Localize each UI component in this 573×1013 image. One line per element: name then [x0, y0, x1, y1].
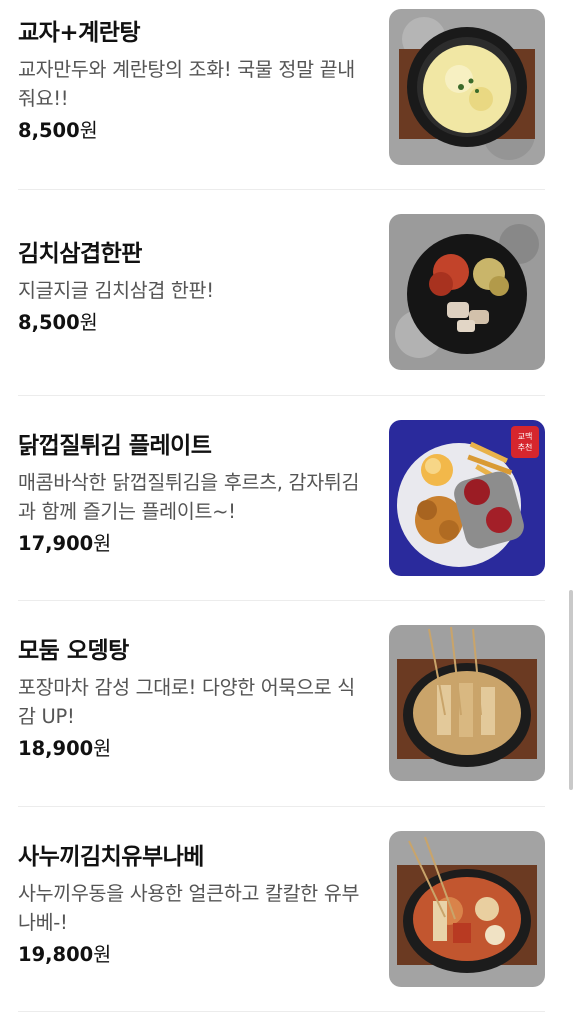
menu-item-description: 교자만두와 계란탕의 조화! 국물 정말 끝내줘요!! [18, 58, 355, 110]
menu-item-name: 사누끼김치유부나베 [18, 843, 204, 870]
menu-item-price: 19,800원 [18, 942, 112, 966]
menu-item-description: 포장마차 감성 그대로! 다양한 어묵으로 식감 UP! [18, 676, 355, 728]
menu-item-name: 모둠 오뎅탕 [18, 638, 129, 664]
menu-item-name: 김치삼겹한판 [18, 241, 142, 267]
fish-cake-soup-photo[interactable] [389, 625, 545, 781]
menu-item[interactable]: 김치삼겹한판 지글지글 김치삼겹 한판! 8,500원 [18, 190, 545, 396]
menu-item-price: 8,500원 [18, 119, 98, 142]
svg-text:추천: 추천 [518, 442, 533, 452]
kimchi-pork-belly-photo[interactable] [389, 214, 545, 370]
menu-item-text: 사누끼김치유부나베 사누끼우동을 사용한 얼큰하고 칼칼한 유부나베-! 19,… [18, 842, 370, 969]
menu-item[interactable]: 닭껍질튀김 플레이트 매콤바삭한 닭껍질튀김을 후르츠, 감자튀김과 함께 즐기… [18, 396, 545, 601]
menu-item-price: 18,900원 [18, 737, 112, 760]
menu-item-name: 교자+계란탕 [18, 20, 141, 46]
menu-item-text: 김치삼겹한판 지글지글 김치삼겹 한판! 8,500원 [18, 239, 370, 337]
menu-item[interactable]: 모둠 오뎅탕 포장마차 감성 그대로! 다양한 어묵으로 식감 UP! 18,9… [18, 601, 545, 807]
scrollbar[interactable] [569, 590, 573, 790]
menu-item-description: 사누끼우동을 사용한 얼큰하고 칼칼한 유부나베-! [18, 881, 360, 934]
menu-item-text: 교자+계란탕 교자만두와 계란탕의 조화! 국물 정말 끝내줘요!! 8,500… [18, 18, 370, 145]
menu-item-name: 닭껍질튀김 플레이트 [18, 432, 212, 459]
menu-item[interactable]: 교자+계란탕 교자만두와 계란탕의 조화! 국물 정말 끝내줘요!! 8,500… [18, 0, 545, 190]
svg-text:교맥: 교맥 [518, 431, 533, 441]
menu-list: 교자+계란탕 교자만두와 계란탕의 조화! 국물 정말 끝내줘요!! 8,500… [18, 0, 545, 1012]
menu-item-text: 모둠 오뎅탕 포장마차 감성 그대로! 다양한 어묵으로 식감 UP! 18,9… [18, 636, 370, 763]
menu-item-price: 8,500원 [18, 311, 98, 334]
menu-item[interactable]: 사누끼김치유부나베 사누끼우동을 사용한 얼큰하고 칼칼한 유부나베-! 19,… [18, 807, 545, 1012]
menu-item-price: 17,900원 [18, 531, 112, 555]
menu-item-description: 지글지글 김치삼겹 한판! [18, 279, 214, 302]
menu-item-text: 닭껍질튀김 플레이트 매콤바삭한 닭껍질튀김을 후르츠, 감자튀김과 함께 즐기… [18, 431, 370, 558]
chicken-skin-plate-photo[interactable]: 교맥 추천 [389, 419, 545, 576]
egg-soup-dumpling-photo[interactable] [389, 9, 545, 165]
menu-item-description: 매콤바삭한 닭껍질튀김을 후르츠, 감자튀김과 함께 즐기는 플레이트~! [18, 470, 360, 523]
kimchi-udon-nabe-photo[interactable] [389, 830, 545, 987]
